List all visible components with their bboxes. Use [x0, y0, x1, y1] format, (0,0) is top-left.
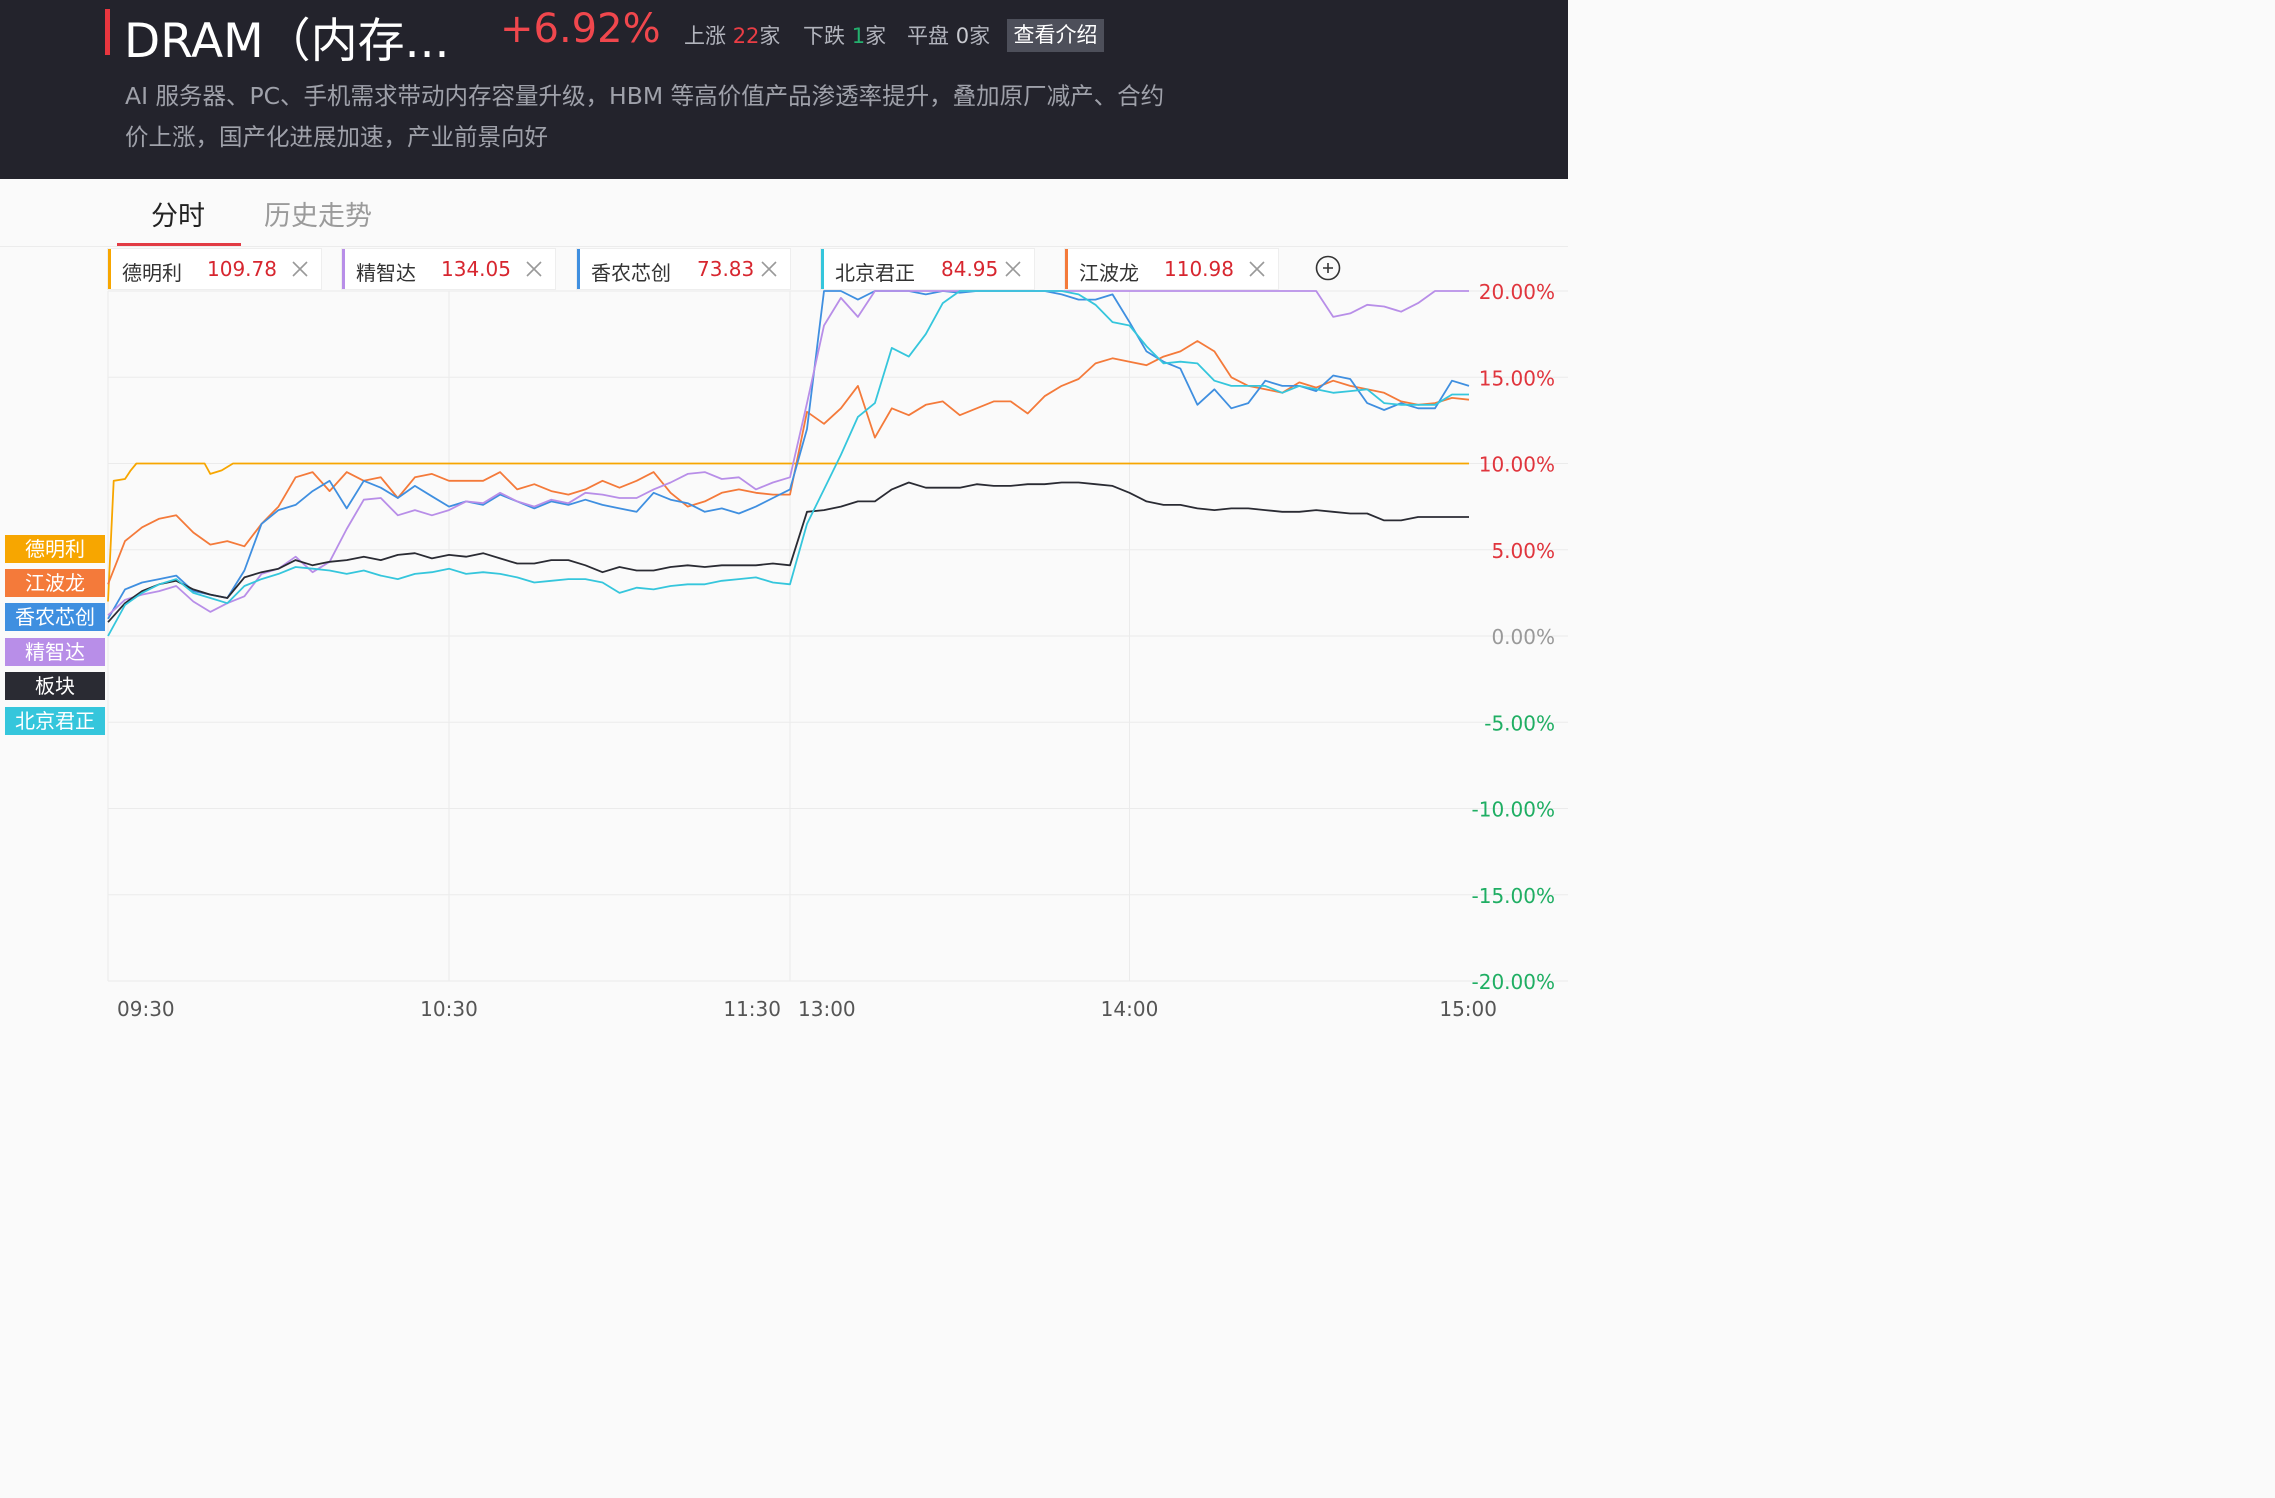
legend-tag-sector: 板块 [5, 672, 105, 700]
series-line [107, 290, 1469, 616]
legend-tag-jingzhida: 精智达 [5, 638, 105, 666]
legend-tag-beijingjunzheng: 北京君正 [5, 707, 105, 735]
intraday-chart: 20.00% 15.00% 10.00% 5.00% 0.00% -5.00% -10.00… [107, 280, 1568, 1021]
legend-tag-demingli: 德明利 [5, 535, 105, 563]
y-tick-label: -10.00% [1472, 798, 1555, 822]
x-tick-label: 15:00 [1439, 997, 1497, 1021]
y-tick-label: -15.00% [1472, 884, 1555, 908]
series-line [107, 462, 1469, 602]
y-tick-label: 0.00% [1491, 625, 1555, 649]
legend-tag-xiangnongxinchuang: 香农芯创 [5, 603, 105, 631]
y-tick-label: 5.00% [1491, 539, 1555, 563]
x-tick-label: 14:00 [1101, 997, 1159, 1021]
x-tick-label: 10:30 [420, 997, 478, 1021]
y-tick-label: 20.00% [1479, 280, 1555, 304]
y-tick-label: -20.00% [1472, 970, 1555, 994]
x-tick-label: 09:30 [117, 997, 175, 1021]
y-tick-label: 15.00% [1479, 366, 1555, 390]
series-line [107, 290, 1470, 620]
x-tick-label: 11:30 [723, 997, 781, 1021]
legend-tag-jiangbolong: 江波龙 [5, 569, 105, 597]
y-tick-label: -5.00% [1484, 711, 1555, 735]
y-tick-label: 10.00% [1479, 453, 1555, 477]
x-tick-label: 13:00 [798, 997, 856, 1021]
series-line [107, 481, 1469, 623]
